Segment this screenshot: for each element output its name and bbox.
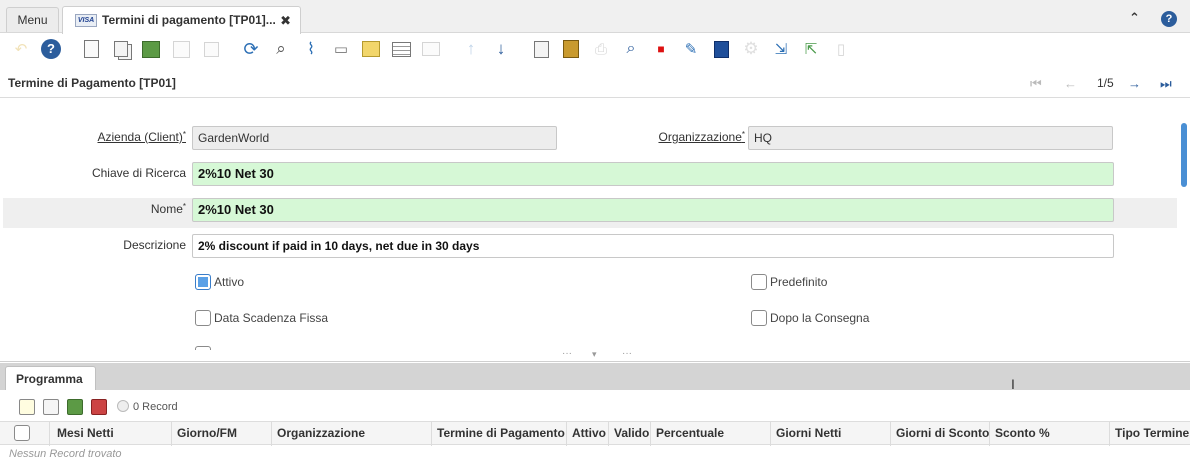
select-all-cell[interactable]	[0, 422, 50, 446]
attachment-icon[interactable]: ⌇	[300, 38, 322, 60]
active-label: Attivo	[214, 275, 245, 289]
grid-new-icon[interactable]	[19, 399, 35, 415]
fixed-due-date-checkbox[interactable]	[195, 310, 211, 326]
col-discount-percent[interactable]: Sconto %	[990, 422, 1110, 446]
empty-grid-message: Nessun Record trovato	[9, 448, 122, 460]
product-info-icon[interactable]	[710, 38, 732, 60]
col-payment-term[interactable]: Termine di Pagamento	[432, 422, 567, 446]
tab-schedule[interactable]: Programma	[5, 366, 96, 391]
save-icon[interactable]	[170, 38, 192, 60]
client-field[interactable]: GardenWorld	[192, 126, 557, 150]
archive-icon[interactable]	[560, 38, 582, 60]
zoom-across-icon[interactable]: ⌕	[620, 38, 642, 60]
next-record-arrow-icon[interactable]: →	[1128, 76, 1141, 91]
record-header: Termine di Pagamento [TP01] ⏮ ← 1/5 → ⏭	[0, 66, 1190, 98]
default-checkbox[interactable]	[751, 274, 767, 290]
help-icon[interactable]: ?	[1161, 10, 1177, 27]
col-valid[interactable]: Valido	[609, 422, 651, 446]
client-label: Azienda (Client)*	[97, 130, 187, 144]
next-record-icon[interactable]: ↓	[490, 38, 512, 60]
grid-edit-icon[interactable]	[43, 399, 59, 415]
collapse-up-icon[interactable]: ⌃	[1129, 10, 1140, 26]
splitter[interactable]: ··· ▾ ···	[0, 348, 1190, 362]
fixed-due-date-label: Data Scadenza Fissa	[214, 311, 329, 325]
after-delivery-label: Dopo la Consegna	[770, 311, 870, 325]
select-all-checkbox[interactable]	[14, 425, 30, 441]
search-key-field[interactable]: 2%10 Net 30	[192, 162, 1114, 186]
record-form: Azienda (Client)* GardenWorld Organizzaz…	[3, 99, 1190, 350]
col-term-type[interactable]: Tipo Termine	[1110, 422, 1190, 446]
notes-icon[interactable]	[360, 38, 382, 60]
save-new-icon[interactable]	[200, 38, 222, 60]
copy-record-icon[interactable]	[110, 38, 132, 60]
splitter-handle-right[interactable]: ···	[622, 348, 632, 359]
import-icon[interactable]: ⇲	[770, 38, 792, 60]
col-net-days[interactable]: Giorni Netti	[771, 422, 891, 446]
delete-record-icon[interactable]	[140, 38, 162, 60]
splitter-handle-left[interactable]: ···	[562, 348, 572, 359]
close-icon[interactable]: ✖	[280, 7, 291, 34]
page-title: Termine di Pagamento [TP01]	[8, 76, 176, 90]
export-icon[interactable]: ⇱	[800, 38, 822, 60]
grid-delete-icon[interactable]	[67, 399, 83, 415]
col-day-fm[interactable]: Giorno/FM	[172, 422, 272, 446]
main-toolbar: ↶ ? ⟳ ⌕ ⌇ ▭ ↑ ↓ ⎙ ⌕ ■ ✎ ⚙ ⇲ ⇱ ▯	[0, 34, 1190, 66]
description-label: Descrizione	[123, 238, 186, 252]
grid-header: Mesi Netti Giorno/FM Organizzazione Term…	[0, 421, 1190, 446]
col-discount-days[interactable]: Giorni di Sconto	[891, 422, 990, 446]
new-record-icon[interactable]	[80, 38, 102, 60]
search-icon[interactable]: ⌕	[270, 38, 292, 60]
name-label: Nome*	[150, 202, 186, 216]
visa-card-icon: VISA	[75, 14, 97, 28]
detail-tab-bar: Programma I	[0, 363, 1190, 392]
settings-icon[interactable]: ⚙	[740, 38, 762, 60]
record-count: 0 Record	[133, 401, 178, 413]
menu-tab[interactable]: Menu	[6, 7, 59, 32]
active-checkbox[interactable]	[195, 274, 211, 290]
description-field[interactable]: 2% discount if paid in 10 days, net due …	[192, 234, 1114, 258]
chat-icon[interactable]: ▭	[330, 38, 352, 60]
grid-toolbar: 0 Record	[0, 390, 1190, 421]
tab-payment-terms[interactable]: VISA Termini di pagamento [TP01]... ✖	[62, 6, 301, 34]
workflow-icon[interactable]: ■	[650, 38, 672, 60]
col-percentage[interactable]: Percentuale	[651, 422, 771, 446]
grid-save-icon[interactable]	[91, 399, 107, 415]
col-organization[interactable]: Organizzazione	[272, 422, 432, 446]
refresh-icon[interactable]: ⟳	[240, 38, 262, 60]
undo-icon[interactable]: ↶	[10, 38, 32, 60]
form-scrollbar[interactable]	[1181, 123, 1187, 187]
grid-toggle-icon[interactable]	[390, 38, 412, 60]
print-icon[interactable]: ⎙	[590, 38, 612, 60]
record-counter: 1/5	[1097, 76, 1114, 90]
last-record-icon[interactable]: ⏭	[1160, 76, 1172, 92]
col-active[interactable]: Attivo	[567, 422, 609, 446]
name-field[interactable]: 2%10 Net 30	[192, 198, 1114, 222]
after-delivery-checkbox[interactable]	[751, 310, 767, 326]
image-icon[interactable]	[420, 38, 442, 60]
help-button-icon[interactable]: ?	[40, 38, 62, 60]
report-icon[interactable]	[530, 38, 552, 60]
records-gear-icon	[117, 400, 129, 412]
organization-field[interactable]: HQ	[748, 126, 1113, 150]
previous-record-icon[interactable]: ↑	[460, 38, 482, 60]
prev-record-arrow-icon[interactable]: ←	[1064, 76, 1077, 91]
tab-payment-terms-label: Termini di pagamento [TP01]...	[102, 13, 276, 27]
search-key-label: Chiave di Ricerca	[91, 166, 186, 180]
request-icon[interactable]: ✎	[680, 38, 702, 60]
first-record-icon[interactable]: ⏮	[1030, 76, 1042, 92]
col-net-months[interactable]: Mesi Netti	[52, 422, 172, 446]
window-tab-bar: Menu VISA Termini di pagamento [TP01]... …	[0, 0, 1190, 34]
organization-label: Organizzazione*	[658, 130, 745, 144]
default-label: Predefinito	[770, 275, 828, 289]
customize-icon[interactable]: ▯	[830, 38, 852, 60]
splitter-toggle-icon[interactable]: ▾	[592, 349, 597, 360]
